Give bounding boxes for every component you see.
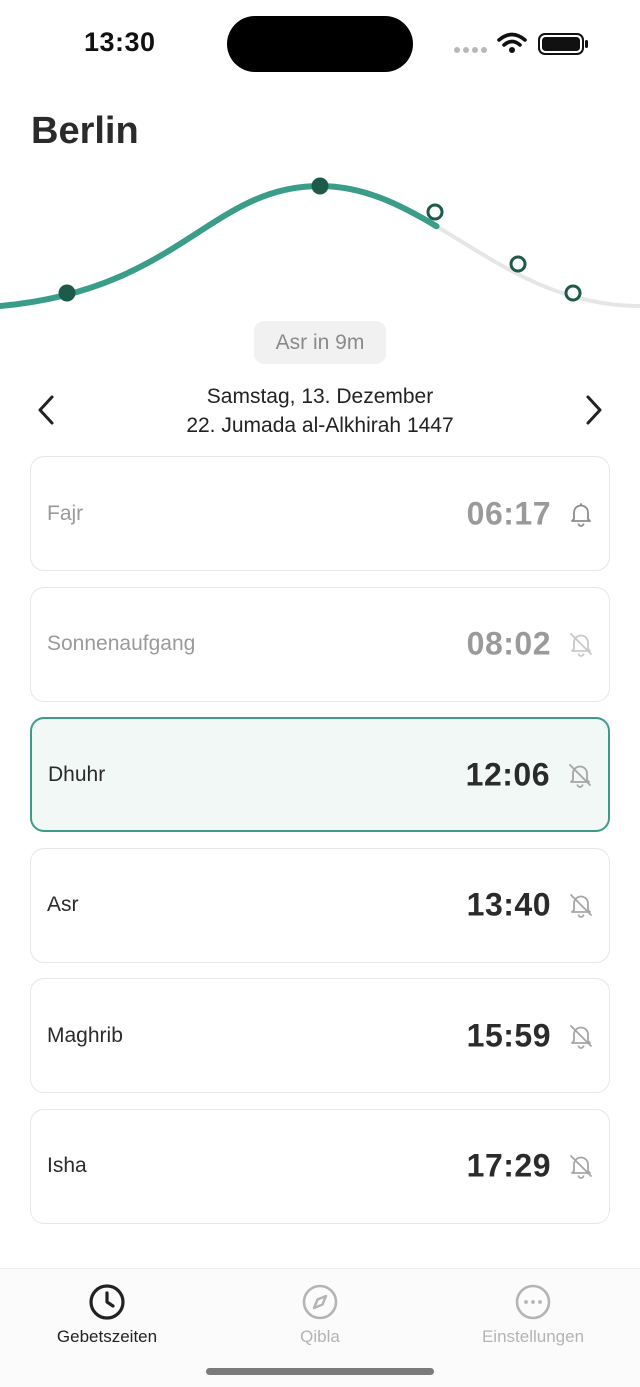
tab-bar: Gebetszeiten Qibla Einstellungen <box>0 1268 640 1387</box>
wifi-icon <box>497 32 527 47</box>
next-day-button[interactable] <box>574 390 614 430</box>
sun-dot-maghrib <box>509 255 527 273</box>
tab-qibla[interactable]: Qibla <box>230 1283 410 1347</box>
prayer-row-fajr: Fajr 06:17 <box>30 456 610 571</box>
battery-icon <box>538 33 588 55</box>
chevron-left-icon <box>38 395 54 425</box>
status-time: 13:30 <box>84 27 156 57</box>
tab-label: Gebetszeiten <box>56 1327 158 1346</box>
signal-icon <box>454 47 487 53</box>
prayer-name: Asr <box>47 893 79 916</box>
date-navigation: Samstag, 13. Dezember 22. Jumada al-Alkh… <box>0 378 640 442</box>
tab-prayer-times[interactable]: Gebetszeiten <box>17 1283 197 1347</box>
sun-dot-asr <box>426 203 444 221</box>
tab-settings[interactable]: Einstellungen <box>443 1283 623 1347</box>
prayer-row-isha: Isha 17:29 <box>30 1108 610 1224</box>
bell-off-icon[interactable] <box>567 891 595 919</box>
wifi-dot <box>509 47 515 53</box>
bell-off-icon[interactable] <box>567 630 595 658</box>
prayer-time: 15:59 <box>466 1017 551 1053</box>
hijri-date: 22. Jumada al-Alkhirah 1447 <box>186 414 454 437</box>
prayer-name: Isha <box>47 1154 87 1177</box>
status-bar: 13:30 <box>0 0 640 90</box>
home-indicator <box>206 1368 434 1375</box>
more-icon <box>515 1284 551 1320</box>
sun-dot-fajr <box>58 284 76 302</box>
date-display: Samstag, 13. Dezember 22. Jumada al-Alkh… <box>100 382 540 440</box>
prayer-name: Sonnenaufgang <box>47 632 196 655</box>
prayer-name: Maghrib <box>47 1023 123 1047</box>
sun-dot-dhuhr <box>311 177 329 195</box>
next-prayer-countdown: Asr in 9m <box>254 321 386 364</box>
gregorian-date: Samstag, 13. Dezember <box>206 385 434 408</box>
prayer-time: 12:06 <box>465 756 550 792</box>
chevron-right-icon <box>586 395 602 425</box>
bell-off-icon[interactable] <box>567 1022 595 1050</box>
bell-off-icon[interactable] <box>566 761 594 789</box>
prayer-time: 08:02 <box>466 625 551 662</box>
prayer-row-dhuhr: Dhuhr 12:06 <box>30 717 610 832</box>
dynamic-island <box>227 16 413 72</box>
compass-icon <box>302 1284 338 1320</box>
prayer-time: 06:17 <box>466 495 551 531</box>
prayer-row-maghrib: Maghrib 15:59 <box>30 978 610 1093</box>
prayer-name: Dhuhr <box>48 762 106 786</box>
tab-label: Einstellungen <box>481 1327 585 1346</box>
sun-dot-isha <box>564 284 582 302</box>
prayer-row-sunrise: Sonnenaufgang 08:02 <box>30 586 610 702</box>
prayer-row-asr: Asr 13:40 <box>30 847 610 963</box>
prayer-time: 13:40 <box>466 886 551 923</box>
tab-label: Qibla <box>300 1327 340 1346</box>
prayer-name: Fajr <box>47 501 84 525</box>
city-title: Berlin <box>31 110 139 152</box>
bell-off-icon[interactable] <box>567 1152 595 1180</box>
sun-path-chart <box>0 177 640 309</box>
previous-day-button[interactable] <box>26 390 66 430</box>
clock-icon <box>89 1284 125 1320</box>
prayer-time: 17:29 <box>466 1147 551 1184</box>
bell-icon[interactable] <box>567 500 595 528</box>
prayer-times-list: Fajr 06:17 Sonnenaufgang 08:02 Dhuhr 12:… <box>30 456 610 1239</box>
status-icons <box>454 32 588 55</box>
